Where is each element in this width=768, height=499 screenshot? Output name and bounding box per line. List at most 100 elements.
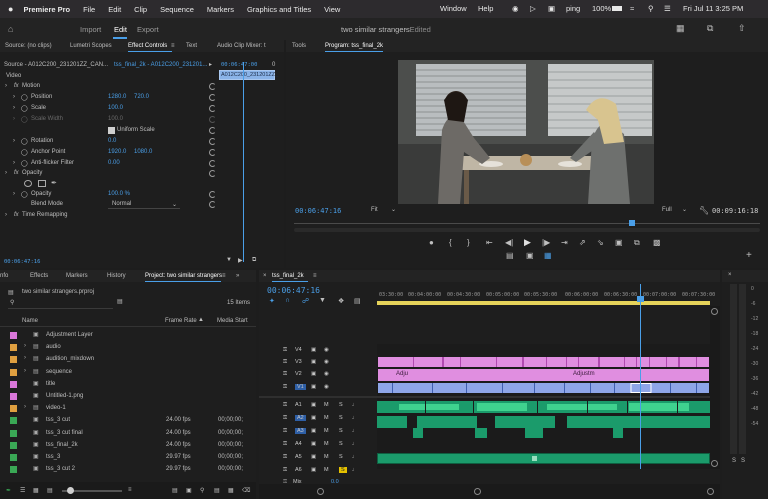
wrench-icon[interactable]: ❖ [338,297,344,305]
sequence-label[interactable]: tss_final_2k - A012C200_231201... [114,62,207,68]
mute-button[interactable]: M [324,402,329,408]
list-item[interactable]: ▣ tss_3 cut 2 29.97 fps 00;00;00; [0,464,256,476]
record-icon[interactable]: ◉ [512,4,519,13]
zoom-slider-thumb[interactable] [67,487,74,494]
list-item[interactable]: ▣ tss_final_2k 24.00 fps 00;00;00; [0,440,256,452]
reset-icon[interactable] [209,138,216,145]
col-name[interactable]: Name [22,318,38,324]
track-label[interactable]: A2 [295,415,306,421]
tab-program[interactable]: Program: tss_final_2k [325,43,383,49]
menu-markers[interactable]: Markers [207,5,234,14]
label-color-swatch[interactable] [10,429,17,437]
expand-icon[interactable]: › [24,355,26,361]
track-label[interactable]: A1 [295,402,302,408]
add-button-icon[interactable]: + [746,250,752,261]
expand-icon[interactable]: › [5,212,7,218]
project-search-input[interactable] [8,299,113,309]
stopwatch-icon[interactable]: ◯ [21,138,28,145]
new-bin-icon[interactable]: ▤ [117,298,123,305]
label-color-swatch[interactable] [10,417,17,425]
home-icon[interactable]: ⌂ [8,24,13,34]
expand-icon[interactable]: › [24,368,26,374]
mute-button[interactable]: M [324,441,329,447]
stopwatch-icon[interactable]: ◯ [21,94,28,101]
display-icon[interactable]: ▣ [548,4,555,13]
solo-button[interactable]: S [339,454,343,460]
stopwatch-icon[interactable]: ◯ [21,149,28,156]
menu-edit[interactable]: Edit [108,5,121,14]
list-item[interactable]: › ▤ video-1 [0,403,256,415]
rect-mask-icon[interactable] [38,180,46,187]
share-icon[interactable]: ⇧ [738,23,746,34]
track-label[interactable]: V1 [295,384,306,390]
menu-app[interactable]: Premiere Pro [23,5,70,14]
scale-value[interactable]: 100.0 [108,105,123,111]
reset-icon[interactable] [209,127,216,134]
play-icon[interactable]: ▷ [530,4,536,13]
sync-lock-icon[interactable]: ▣ [311,428,316,434]
col-frame-rate[interactable]: Frame Rate [165,318,197,324]
tab-audio-mixer[interactable]: Audio Clip Mixer: t [217,43,266,49]
lock-icon[interactable]: ⚿ [283,467,287,474]
new-item-icon[interactable]: ▣ [186,487,192,494]
tab-lumetri[interactable]: Lumetri Scopes [70,43,112,49]
scroll-handle[interactable] [711,308,718,315]
step-forward-icon[interactable]: |▶ [542,238,550,247]
marker-icon[interactable]: ● [429,238,434,247]
vr-icon[interactable]: ⧉ [634,238,640,248]
tab-text[interactable]: Text [186,43,197,49]
opacity-value[interactable]: 100.0 % [108,191,130,197]
tab-effect-controls[interactable]: Effect Controls [128,43,167,49]
mute-button[interactable]: M [324,467,329,473]
a3-clip-strip[interactable] [377,416,710,428]
mute-button[interactable]: M [324,415,329,421]
col-media-start[interactable]: Media Start [217,318,248,324]
reset-icon[interactable] [209,160,216,167]
reset-icon[interactable] [209,94,216,101]
lock-icon[interactable]: ⚿ [283,402,287,409]
label-color-swatch[interactable] [10,441,17,449]
sync-lock-icon[interactable]: ▣ [311,402,316,408]
list-item[interactable]: ▣ title [0,379,256,391]
reset-icon[interactable] [209,105,216,112]
pen-icon[interactable]: ✒ [51,179,57,187]
rotation-value[interactable]: 0.0 [108,138,116,144]
wifi-icon[interactable]: ≈ [630,4,634,13]
label-color-swatch[interactable] [10,393,17,400]
marker-icon[interactable]: ▼ [319,297,326,304]
icon-view-icon[interactable]: ▦ [33,487,39,494]
track-label[interactable]: V2 [295,371,302,377]
mark-in-icon[interactable]: { [449,238,452,247]
timeline-playhead[interactable] [640,284,641,469]
multicam-icon[interactable]: ▤ [506,251,514,260]
a6-clip-strip[interactable] [377,453,710,464]
lock-icon[interactable]: ⚿ [283,441,287,448]
lift-icon[interactable]: ⇗ [579,238,586,247]
grid-icon[interactable]: ▦ [228,487,234,494]
solo-button[interactable]: S [339,415,343,421]
menu-help[interactable]: Help [478,4,493,13]
extract-icon[interactable]: ⇘ [597,238,604,247]
label-color-swatch[interactable] [10,368,17,376]
label-color-swatch[interactable] [10,380,17,388]
mute-button[interactable]: M [324,428,329,434]
apple-icon[interactable]: ● [8,4,13,14]
scrub-bar[interactable] [294,223,760,224]
reset-icon[interactable] [209,191,216,198]
comparison-icon[interactable]: ▩ [653,238,661,247]
sync-lock-icon[interactable]: ▣ [311,454,316,460]
track-label[interactable]: A6 [295,467,302,473]
v1-clip-strip[interactable] [377,382,710,394]
reset-icon[interactable] [209,170,216,177]
source-label[interactable]: Source - A012C200_231201ZZ_CAN... [4,62,108,68]
a1-clip-strip[interactable] [377,400,710,414]
list-item[interactable]: › ▤ audio [0,342,256,354]
solo-button[interactable]: S [339,428,343,434]
flicker-value[interactable]: 0.00 [108,160,120,166]
label-color-swatch[interactable] [10,344,17,352]
tab-history[interactable]: History [107,273,126,279]
microphone-icon[interactable]: ♩ [352,454,358,460]
mark-out-icon[interactable]: } [467,238,470,247]
label-color-swatch[interactable] [10,405,17,413]
label-color-swatch[interactable] [10,466,17,474]
